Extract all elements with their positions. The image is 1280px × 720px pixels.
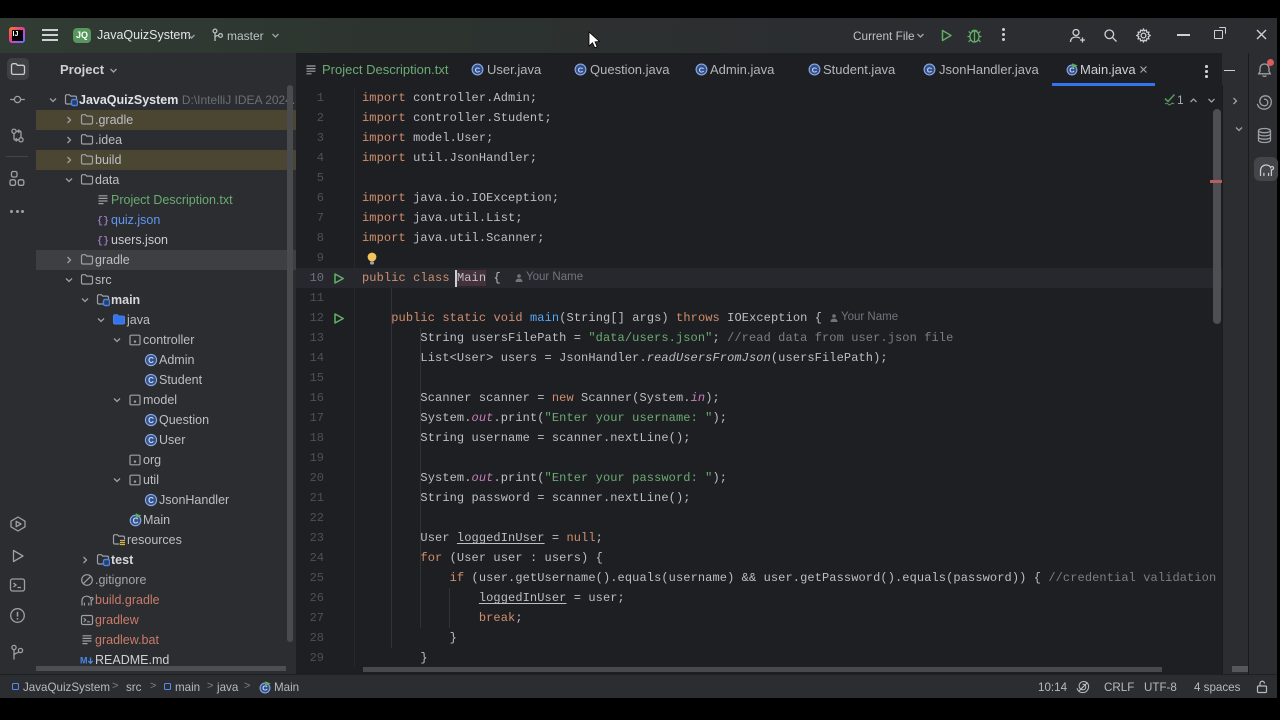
- svg-text:C: C: [148, 356, 154, 365]
- svg-text:C: C: [148, 416, 154, 425]
- svg-text:M: M: [80, 656, 88, 666]
- svg-text:C: C: [148, 436, 154, 445]
- svg-text:{}: {}: [97, 236, 109, 248]
- svg-text:{}: {}: [97, 216, 109, 228]
- svg-text:C: C: [148, 496, 154, 505]
- svg-text:C: C: [133, 516, 139, 525]
- svg-text:C: C: [148, 376, 154, 385]
